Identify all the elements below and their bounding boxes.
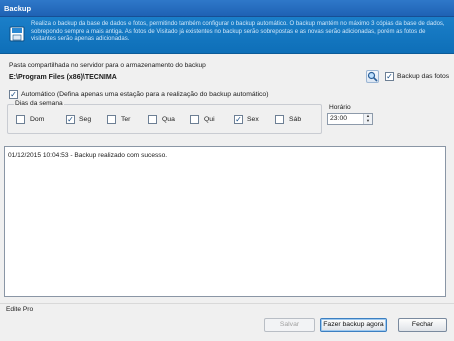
- day-label-dom: Dom: [30, 116, 45, 123]
- day-label-sex: Sex: [247, 116, 259, 123]
- automatic-checkbox[interactable]: ✓: [9, 90, 18, 99]
- day-checkbox-sex[interactable]: ✓: [234, 115, 243, 124]
- day-label-ter: Ter: [121, 116, 131, 123]
- check-mark-icon: ✓: [386, 72, 393, 81]
- banner-text: Realiza o backup da base de dados e foto…: [31, 21, 445, 43]
- day-label-qua: Qua: [162, 116, 175, 123]
- time-spinner[interactable]: ▲ ▼: [363, 113, 372, 124]
- day-checkbox-qui[interactable]: [190, 115, 199, 124]
- day-checkbox-seg[interactable]: ✓: [66, 115, 75, 124]
- magnifier-icon: [367, 71, 378, 82]
- backup-now-button[interactable]: Fazer backup agora: [320, 318, 387, 332]
- weekdays-group-label: Dias da semana: [14, 100, 64, 107]
- day-label-seg: Seg: [79, 116, 92, 123]
- window-title: Backup: [4, 4, 32, 13]
- day-label-qui: Qui: [204, 116, 215, 123]
- window-titlebar: Backup: [0, 0, 454, 17]
- check-mark-icon: ✓: [235, 115, 242, 124]
- log-line: 01/12/2015 10:04:53 - Backup realizado c…: [8, 152, 168, 159]
- status-divider: [0, 303, 454, 304]
- day-checkbox-ter[interactable]: [107, 115, 116, 124]
- path-label: Pasta compartilhada no servidor para o a…: [9, 62, 206, 69]
- time-label: Horário: [329, 104, 351, 111]
- day-checkbox-dom[interactable]: [16, 115, 25, 124]
- check-mark-icon: ✓: [10, 90, 17, 99]
- backup-fotos-label: Backup das fotos: [397, 73, 450, 80]
- spin-down-icon[interactable]: ▼: [364, 118, 372, 124]
- browse-folder-button[interactable]: [366, 70, 379, 83]
- automatic-label: Automático (Defina apenas uma estação pa…: [21, 91, 269, 98]
- path-value: E:\Program Files (x86)\TECNIMA: [9, 74, 117, 81]
- log-textarea[interactable]: 01/12/2015 10:04:53 - Backup realizado c…: [4, 146, 446, 297]
- close-button[interactable]: Fechar: [398, 318, 447, 332]
- save-disk-icon: [9, 26, 25, 42]
- backup-fotos-checkbox[interactable]: ✓: [385, 72, 394, 81]
- status-text: Edite Pro: [6, 306, 34, 313]
- day-checkbox-qua[interactable]: [148, 115, 157, 124]
- day-label-sab: Sáb: [289, 116, 302, 123]
- check-mark-icon: ✓: [67, 115, 74, 124]
- save-button[interactable]: Salvar: [264, 318, 315, 332]
- day-checkbox-sab[interactable]: [275, 115, 284, 124]
- info-banner: Realiza o backup da base de dados e foto…: [0, 17, 454, 54]
